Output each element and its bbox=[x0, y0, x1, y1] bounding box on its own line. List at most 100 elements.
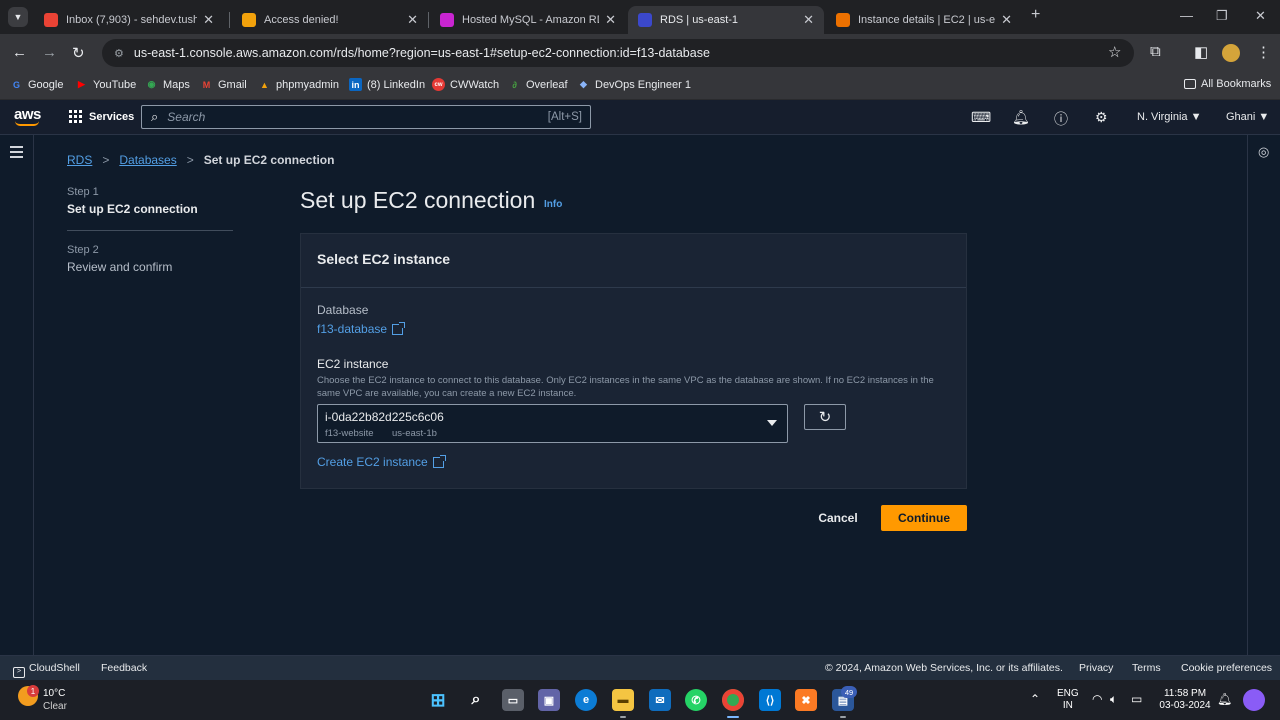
bookmark-maps[interactable]: ◉ Maps bbox=[145, 78, 190, 91]
extensions-icon[interactable]: ⧉ bbox=[1150, 43, 1161, 60]
cloudshell-icon[interactable]: ⌨ bbox=[971, 109, 991, 126]
create-ec2-instance-link[interactable]: Create EC2 instance bbox=[317, 454, 446, 469]
close-icon[interactable]: ✕ bbox=[803, 12, 814, 28]
close-icon[interactable]: ✕ bbox=[605, 12, 616, 28]
file-explorer-icon[interactable]: ▬ bbox=[612, 689, 634, 711]
tab-search-icon[interactable]: ▼ bbox=[8, 7, 28, 27]
ec2-instance-select[interactable]: i-0da22b82d225c6c06 f13-website us-east-… bbox=[317, 404, 788, 443]
side-panel-icon[interactable]: ◧ bbox=[1194, 43, 1208, 61]
wifi-icon[interactable]: ◠ bbox=[1092, 692, 1102, 706]
forward-icon[interactable]: → bbox=[42, 44, 57, 61]
gmail-icon: M bbox=[202, 79, 211, 90]
teams-chat-icon[interactable]: ▣ bbox=[538, 689, 560, 711]
bookmark-linkedin[interactable]: in (8) LinkedIn bbox=[349, 78, 425, 91]
step-1[interactable]: Step 1 Set up EC2 connection bbox=[67, 186, 233, 216]
back-icon[interactable]: ← bbox=[12, 44, 27, 61]
language-indicator[interactable]: ENG IN bbox=[1057, 688, 1079, 712]
notifications-bell-icon[interactable]: 🔔︎ bbox=[1012, 109, 1030, 126]
feedback-link[interactable]: Feedback bbox=[101, 662, 147, 674]
battery-icon[interactable]: ▭ bbox=[1131, 692, 1142, 706]
bookmark-cwwatch[interactable]: cw CWWatch bbox=[432, 78, 499, 91]
close-icon[interactable]: ✕ bbox=[407, 12, 418, 28]
xampp-icon[interactable]: ✖ bbox=[795, 689, 817, 711]
window-close-icon[interactable]: ✕ bbox=[1255, 8, 1266, 24]
services-menu[interactable]: Services bbox=[69, 110, 134, 123]
new-tab-icon[interactable]: + bbox=[1031, 6, 1040, 24]
weather-condition: Clear bbox=[43, 701, 67, 712]
info-link[interactable]: Info bbox=[544, 199, 562, 210]
lang-top: ENG bbox=[1057, 688, 1079, 699]
edge-icon[interactable]: e bbox=[575, 689, 597, 711]
vscode-icon[interactable]: ⟨⟩ bbox=[759, 689, 781, 711]
help-icon[interactable]: ⓘ bbox=[1054, 109, 1068, 129]
bookmark-devops[interactable]: ◆ DevOps Engineer 1 bbox=[577, 78, 691, 91]
profile-avatar[interactable] bbox=[1222, 44, 1240, 62]
settings-gear-icon[interactable]: ⚙ bbox=[1095, 109, 1108, 126]
browser-tab-hosted-mysql[interactable]: Hosted MySQL - Amazon RDS ✕ bbox=[430, 6, 626, 34]
whatsapp-icon[interactable]: ✆ bbox=[685, 689, 707, 711]
cloudshell-icon: > bbox=[13, 667, 25, 678]
phpmyadmin-icon: ▲ bbox=[260, 79, 269, 90]
cwwatch-icon: cw bbox=[432, 78, 445, 91]
windows-start-icon[interactable]: ⊞ bbox=[427, 689, 449, 711]
maximize-icon[interactable]: ❐ bbox=[1216, 8, 1228, 24]
phpmyadmin-icon bbox=[242, 13, 256, 27]
youtube-icon: ▶ bbox=[78, 79, 85, 89]
account-menu[interactable]: Ghani ▼ bbox=[1226, 111, 1269, 123]
browser-tab-access-denied[interactable]: Access denied! ✕ bbox=[232, 6, 428, 34]
refresh-button[interactable]: ↻ bbox=[804, 404, 846, 430]
menu-icon[interactable]: ⋮ bbox=[1256, 43, 1271, 61]
bookmark-phpmyadmin[interactable]: ▲ phpmyadmin bbox=[258, 78, 339, 91]
bookmark-label: DevOps Engineer 1 bbox=[595, 78, 691, 91]
browser-tab-gmail[interactable]: Inbox (7,903) - sehdev.tushar20 ✕ bbox=[34, 6, 224, 34]
maps-icon: ◉ bbox=[147, 79, 156, 89]
task-view-icon[interactable]: ▭ bbox=[502, 689, 524, 711]
clock[interactable]: 11:58 PM 03-03-2024 bbox=[1157, 688, 1213, 712]
browser-tab-rds-active[interactable]: RDS | us-east-1 ✕ bbox=[628, 6, 824, 34]
search-icon: ⌕ bbox=[151, 109, 159, 124]
volume-icon[interactable]: 🔈︎ bbox=[1110, 692, 1117, 707]
breadcrumb-databases[interactable]: Databases bbox=[119, 153, 176, 167]
browser-tab-ec2[interactable]: Instance details | EC2 | us-east- ✕ bbox=[826, 6, 1022, 34]
cancel-button[interactable]: Cancel bbox=[812, 505, 864, 531]
region-selector[interactable]: N. Virginia ▼ bbox=[1137, 111, 1202, 123]
step-number: Step 2 bbox=[67, 244, 99, 256]
minimize-icon[interactable]: — bbox=[1180, 8, 1193, 23]
taskbar-search-icon[interactable]: ⌕ bbox=[465, 689, 487, 711]
bookmark-google[interactable]: G Google bbox=[10, 78, 64, 91]
weather-badge: 1 bbox=[27, 685, 39, 697]
breadcrumb-rds[interactable]: RDS bbox=[67, 153, 92, 167]
all-bookmarks[interactable]: All Bookmarks bbox=[1184, 78, 1271, 90]
step-2[interactable]: Step 2 Review and confirm bbox=[67, 244, 233, 274]
hamburger-menu-icon[interactable] bbox=[10, 146, 23, 161]
bookmark-youtube[interactable]: ▶ YouTube bbox=[75, 78, 136, 91]
close-icon[interactable]: ✕ bbox=[1001, 12, 1012, 28]
mail-icon[interactable]: ✉ bbox=[649, 689, 671, 711]
terms-link[interactable]: Terms bbox=[1132, 662, 1161, 674]
breadcrumb: RDS > Databases > Set up EC2 connection bbox=[67, 153, 334, 167]
reload-icon[interactable]: ↻ bbox=[72, 44, 85, 62]
chrome-icon[interactable] bbox=[722, 689, 744, 711]
site-info-icon[interactable]: ⚙ bbox=[114, 47, 124, 60]
close-icon[interactable]: ✕ bbox=[203, 12, 214, 28]
wizard-steps: Step 1 Set up EC2 connection Step 2 Revi… bbox=[67, 186, 233, 274]
external-link-icon bbox=[432, 454, 446, 468]
browser-tab-strip: ▼ Inbox (7,903) - sehdev.tushar20 ✕ Acce… bbox=[0, 0, 1280, 34]
database-link[interactable]: f13-database bbox=[317, 321, 406, 336]
cookie-preferences-link[interactable]: Cookie preferences bbox=[1181, 662, 1272, 674]
search-placeholder: Search bbox=[167, 110, 206, 124]
bookmark-gmail[interactable]: M Gmail bbox=[200, 78, 247, 91]
privacy-link[interactable]: Privacy bbox=[1079, 662, 1113, 674]
external-link-icon bbox=[392, 321, 406, 335]
tools-info-icon[interactable]: ◎ bbox=[1258, 144, 1269, 160]
aws-search-input[interactable]: ⌕ Search [Alt+S] bbox=[141, 105, 591, 129]
bookmark-star-icon[interactable]: ☆ bbox=[1108, 43, 1121, 61]
notification-bell-icon[interactable]: 🔔︎ bbox=[1217, 692, 1232, 706]
url-bar[interactable]: ⚙ us-east-1.console.aws.amazon.com/rds/h… bbox=[102, 39, 1134, 67]
copilot-icon[interactable] bbox=[1243, 689, 1265, 711]
cloudshell-label: CloudShell bbox=[29, 662, 80, 674]
continue-button[interactable]: Continue bbox=[881, 505, 967, 531]
bookmark-overleaf[interactable]: ∂ Overleaf bbox=[508, 78, 567, 91]
chevron-up-icon[interactable]: ⌃ bbox=[1030, 692, 1040, 706]
cloudshell-button[interactable]: > CloudShell bbox=[13, 662, 80, 678]
